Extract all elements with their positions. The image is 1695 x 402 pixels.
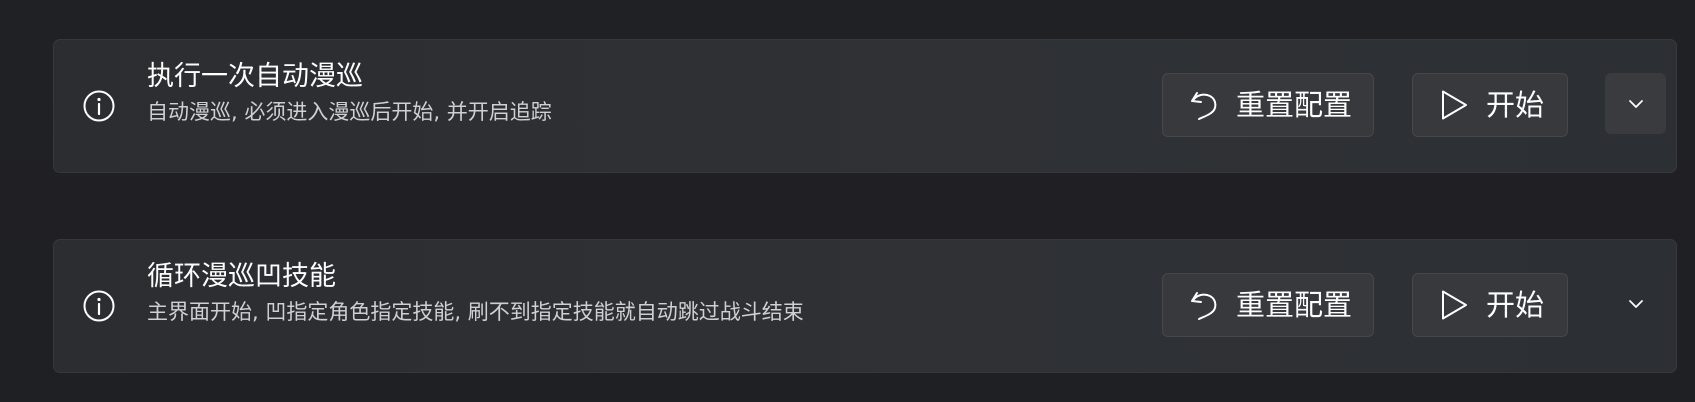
reset-config-button[interactable]: 重置配置 <box>1162 273 1374 337</box>
info-icon <box>83 290 115 322</box>
start-label: 开始 <box>1486 288 1545 322</box>
play-icon <box>1442 290 1467 320</box>
task-card-skill-loop: 循环漫巡凹技能 主界面开始, 凹指定角色指定技能, 刷不到指定技能就自动跳过战斗… <box>53 239 1677 373</box>
expand-button[interactable] <box>1605 73 1666 134</box>
expand-button[interactable] <box>1605 273 1666 334</box>
play-icon <box>1442 90 1467 120</box>
task-description: 主界面开始, 凹指定角色指定技能, 刷不到指定技能就自动跳过战斗结束 <box>147 300 804 324</box>
start-button[interactable]: 开始 <box>1412 73 1568 137</box>
task-description: 自动漫巡, 必须进入漫巡后开始, 并开启追踪 <box>147 100 552 124</box>
start-label: 开始 <box>1486 88 1545 122</box>
reset-config-label: 重置配置 <box>1236 88 1353 122</box>
start-button[interactable]: 开始 <box>1412 273 1568 337</box>
task-title: 执行一次自动漫巡 <box>147 61 363 92</box>
task-title: 循环漫巡凹技能 <box>147 261 336 292</box>
info-icon <box>83 90 115 122</box>
reset-config-button[interactable]: 重置配置 <box>1162 73 1374 137</box>
reset-config-label: 重置配置 <box>1236 288 1353 322</box>
chevron-down-icon <box>1628 99 1643 108</box>
undo-icon <box>1191 92 1217 120</box>
undo-icon <box>1191 292 1217 320</box>
chevron-down-icon <box>1628 299 1643 308</box>
task-card-auto-patrol: 执行一次自动漫巡 自动漫巡, 必须进入漫巡后开始, 并开启追踪 重置配置 开始 <box>53 39 1677 173</box>
